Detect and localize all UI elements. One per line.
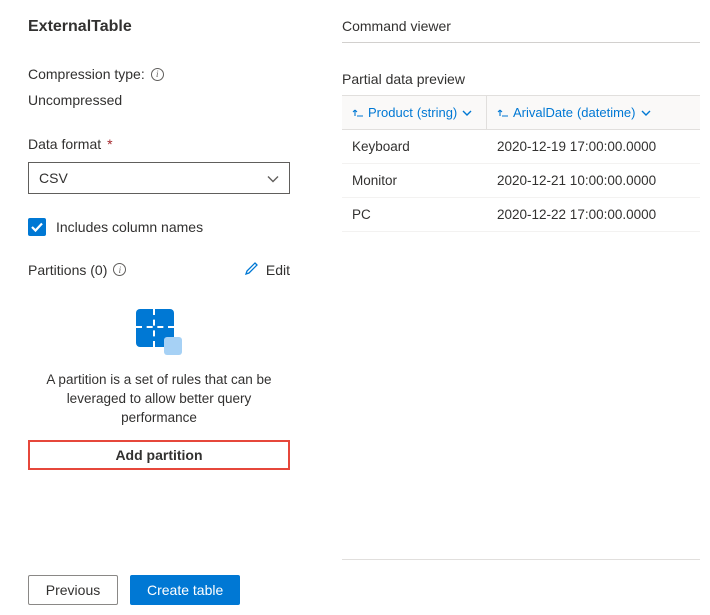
table-row: Monitor 2020-12-21 10:00:00.0000: [342, 164, 700, 198]
info-icon[interactable]: i: [151, 68, 164, 81]
column-type: (string): [417, 105, 457, 120]
cell-date: 2020-12-21 10:00:00.0000: [487, 173, 700, 188]
partitions-label: Partitions (0) i: [28, 262, 126, 278]
column-name: ArivalDate: [513, 105, 573, 120]
data-format-selected: CSV: [39, 170, 68, 186]
data-format-select[interactable]: CSV: [28, 162, 290, 194]
create-table-button[interactable]: Create table: [130, 575, 240, 605]
add-partition-button[interactable]: Add partition: [28, 440, 290, 470]
preview-title: Partial data preview: [342, 71, 700, 87]
cell-product: Keyboard: [342, 139, 487, 154]
partition-icon: [136, 309, 182, 355]
required-marker: *: [107, 136, 112, 152]
table-row: Keyboard 2020-12-19 17:00:00.0000: [342, 130, 700, 164]
command-viewer-title: Command viewer: [342, 18, 700, 34]
data-format-label: Data format *: [28, 136, 300, 152]
previous-button[interactable]: Previous: [28, 575, 118, 605]
pencil-icon: [244, 260, 260, 279]
chevron-down-icon: [640, 107, 652, 119]
cell-product: PC: [342, 207, 487, 222]
includes-column-names-label: Includes column names: [56, 219, 203, 235]
chevron-down-icon: [267, 172, 279, 184]
compression-value: Uncompressed: [28, 92, 300, 108]
column-type: (datetime): [577, 105, 636, 120]
cell-product: Monitor: [342, 173, 487, 188]
partitions-empty-state: A partition is a set of rules that can b…: [28, 309, 290, 470]
sort-icon: [352, 107, 364, 119]
partitions-label-text: Partitions (0): [28, 262, 107, 278]
table-header: Product (string) ArivalDate (datetime): [342, 96, 700, 130]
cell-date: 2020-12-22 17:00:00.0000: [487, 207, 700, 222]
edit-label: Edit: [266, 262, 290, 278]
preview-table: Product (string) ArivalDate (datetime): [342, 95, 700, 560]
column-name: Product: [368, 105, 413, 120]
table-body: Keyboard 2020-12-19 17:00:00.0000 Monito…: [342, 130, 700, 232]
page-title: ExternalTable: [28, 18, 300, 36]
data-format-label-text: Data format: [28, 136, 101, 152]
includes-column-names-row: Includes column names: [28, 218, 300, 236]
chevron-down-icon: [461, 107, 473, 119]
includes-column-names-checkbox[interactable]: [28, 218, 46, 236]
compression-label: Compression type: i: [28, 66, 300, 82]
compression-label-text: Compression type:: [28, 66, 145, 82]
info-icon[interactable]: i: [113, 263, 126, 276]
edit-partitions-button[interactable]: Edit: [244, 260, 290, 279]
table-row: PC 2020-12-22 17:00:00.0000: [342, 198, 700, 232]
column-header-arrival-date[interactable]: ArivalDate (datetime): [487, 105, 700, 120]
partitions-description: A partition is a set of rules that can b…: [28, 371, 290, 428]
cell-date: 2020-12-19 17:00:00.0000: [487, 139, 700, 154]
command-viewer-divider: [342, 42, 700, 43]
sort-icon: [497, 107, 509, 119]
column-header-product[interactable]: Product (string): [342, 96, 487, 129]
footer-buttons: Previous Create table: [28, 575, 300, 615]
